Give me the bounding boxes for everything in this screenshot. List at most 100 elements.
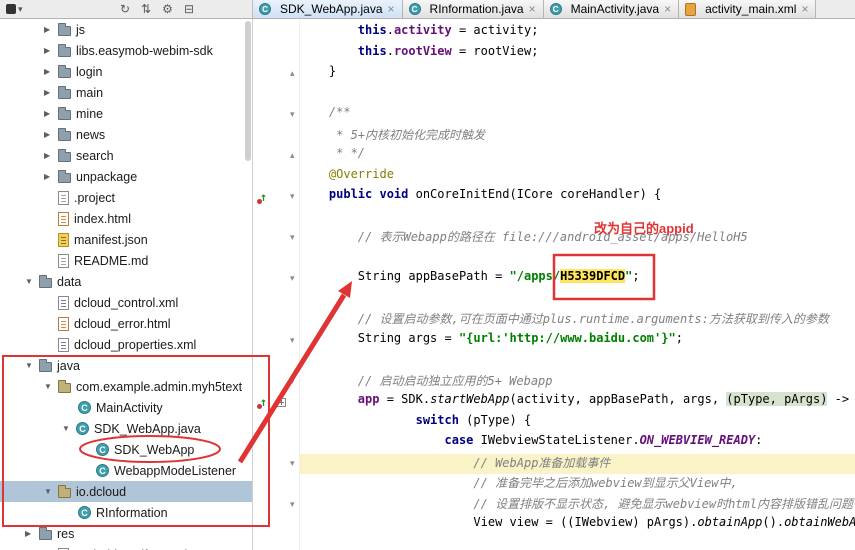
tree-item-label: news [76, 127, 106, 142]
code-line[interactable]: this.activity = activity; [300, 23, 855, 44]
code-line[interactable]: View view = ((IWebview) pArgs).obtainApp… [300, 515, 855, 536]
fold-expand-icon[interactable] [277, 398, 286, 407]
tree-item-main[interactable]: ▶ main [0, 82, 252, 103]
chevron-down-icon[interactable]: ▼ [44, 382, 58, 391]
chevron-down-icon[interactable]: ▼ [44, 487, 58, 496]
code-line[interactable] [300, 85, 855, 106]
chevron-down-icon[interactable]: ▼ [62, 424, 76, 433]
code-line[interactable]: public void onCoreInitEnd(ICore coreHand… [300, 187, 855, 208]
code-line[interactable]: case IWebviewStateListener.ON_WEBVIEW_RE… [300, 433, 855, 454]
code-line[interactable]: // 准备完毕之后添加webview到显示父View中, [300, 474, 855, 495]
fold-marker-down-icon[interactable]: ▾ [290, 110, 295, 119]
tree-item-rinformation[interactable]: C RInformation [0, 502, 252, 523]
chevron-down-icon[interactable]: ▼ [25, 361, 39, 370]
chevron-right-icon[interactable]: ▶ [44, 109, 58, 118]
editor-tab-activity-main-xml[interactable]: activity_main.xml × [679, 0, 817, 18]
code-line[interactable]: this.rootView = rootView; [300, 44, 855, 65]
tree-item-search[interactable]: ▶ search [0, 145, 252, 166]
chevron-right-icon[interactable]: ▶ [25, 529, 39, 538]
tree-item-unpackage[interactable]: ▶ unpackage [0, 166, 252, 187]
code-line[interactable]: switch (pType) { [300, 413, 855, 434]
code-line[interactable]: String appBasePath = "/apps/H5339DFCD"; [300, 269, 855, 290]
tree-item-manifest-json[interactable]: manifest.json [0, 229, 252, 250]
tree-item-io-dcloud[interactable]: ▼ io.dcloud [0, 481, 252, 502]
close-icon[interactable]: × [388, 3, 395, 15]
override-method-icon[interactable]: ↑ [257, 191, 270, 204]
tree-item-java[interactable]: ▼ java [0, 355, 252, 376]
code-area[interactable]: this.activity = activity; this.rootView … [300, 19, 855, 550]
code-editor[interactable]: ↑ ↑ ▴ ▾ ▴ ▾ ▾ ▾ ▾ ▾ ▾ ▾ this.activity = activity; t… [253, 19, 855, 550]
close-icon[interactable]: × [529, 3, 536, 15]
code-line[interactable] [300, 249, 855, 270]
fold-marker-down-icon[interactable]: ▾ [290, 192, 295, 201]
chevron-right-icon[interactable]: ▶ [44, 88, 58, 97]
tree-item-mine[interactable]: ▶ mine [0, 103, 252, 124]
fold-marker-up-icon[interactable]: ▴ [290, 151, 295, 160]
tree-item-androidmanifest-xml[interactable]: AndroidManifest.xml [0, 544, 252, 550]
tree-item-login[interactable]: ▶ login [0, 61, 252, 82]
code-line[interactable]: // 设置启动参数,可在页面中通过plus.runtime.arguments:… [300, 310, 855, 331]
code-line[interactable]: // 设置排版不显示状态, 避免显示webview时html内容排版错乱问题 [300, 495, 855, 516]
close-icon[interactable]: × [801, 3, 808, 15]
tree-item-dcloud-control-xml[interactable]: dcloud_control.xml [0, 292, 252, 313]
tree-item-libs-easymob-webim-sdk[interactable]: ▶ libs.easymob-webim-sdk [0, 40, 252, 61]
tree-item-webappmodelistener[interactable]: C WebappModeListener [0, 460, 252, 481]
tree-item-label: SDK_WebApp [114, 442, 195, 457]
tree-item-res[interactable]: ▶ res [0, 523, 252, 544]
code-line[interactable]: // 表示Webapp的路径在 file:///android_asset/ap… [300, 228, 855, 249]
settings-gear-icon[interactable]: ⚙ [162, 0, 173, 18]
code-line[interactable]: @Override [300, 167, 855, 188]
tree-item-js[interactable]: ▶ js [0, 19, 252, 40]
code-line[interactable] [300, 290, 855, 311]
project-view-selector[interactable]: ▾ [6, 4, 23, 15]
chevron-right-icon[interactable]: ▶ [44, 67, 58, 76]
code-line[interactable]: } [300, 64, 855, 85]
code-line[interactable]: * 5+内核初始化完成时触发 [300, 126, 855, 147]
tree-item-index-html[interactable]: index.html [0, 208, 252, 229]
fold-marker-down-icon[interactable]: ▾ [290, 458, 295, 468]
tree-item-sdk-webapp[interactable]: C SDK_WebApp [0, 439, 252, 460]
code-line[interactable]: // 启动启动独立应用的5+ Webapp [300, 372, 855, 393]
tree-item-label: js [76, 22, 86, 37]
code-line[interactable]: // WebApp准备加载事件 [300, 453, 855, 474]
tree-item-news[interactable]: ▶ news [0, 124, 252, 145]
chevron-right-icon[interactable]: ▶ [44, 25, 58, 34]
chevron-right-icon[interactable]: ▶ [44, 46, 58, 55]
editor-tab-mainactivity-java[interactable]: C MainActivity.java × [543, 0, 680, 18]
tree-item-mainactivity[interactable]: C MainActivity [0, 397, 252, 418]
close-icon[interactable]: × [664, 3, 671, 15]
tree-item-project[interactable]: .project [0, 187, 252, 208]
tree-item-data[interactable]: ▼ data [0, 271, 252, 292]
code-line[interactable]: * */ [300, 146, 855, 167]
tree-scrollbar[interactable] [244, 19, 252, 550]
code-line[interactable]: app = SDK.startWebApp(activity, appBaseP… [300, 392, 855, 413]
sort-icon[interactable]: ⇅ [141, 0, 151, 18]
tree-item-dcloud-error-html[interactable]: dcloud_error.html [0, 313, 252, 334]
fold-marker-down-icon[interactable]: ▾ [290, 233, 295, 242]
fold-marker-down-icon[interactable]: ▾ [290, 376, 295, 386]
tree-scrollbar-thumb[interactable] [245, 21, 251, 161]
collapse-all-icon[interactable]: ⊟ [184, 0, 194, 18]
code-line[interactable]: String args = "{url:'http://www.baidu.co… [300, 331, 855, 352]
code-line[interactable] [300, 208, 855, 229]
tree-item-sdk-webapp-java[interactable]: ▼ C SDK_WebApp.java [0, 418, 252, 439]
fold-marker-down-icon[interactable]: ▾ [290, 335, 295, 345]
tree-item-label: .project [74, 190, 115, 205]
chevron-right-icon[interactable]: ▶ [44, 151, 58, 160]
fold-marker-up-icon[interactable]: ▴ [290, 69, 295, 78]
tree-item-readme-md[interactable]: README.md [0, 250, 252, 271]
sync-icon[interactable]: ↻ [120, 0, 130, 18]
chevron-down-icon[interactable]: ▼ [25, 277, 39, 286]
fold-marker-down-icon[interactable]: ▾ [290, 274, 295, 283]
chevron-right-icon[interactable]: ▶ [44, 130, 58, 139]
editor-tab-rinformation-java[interactable]: C RInformation.java × [402, 0, 544, 18]
chevron-right-icon[interactable]: ▶ [44, 172, 58, 181]
editor-tab-sdk-webapp-java[interactable]: C SDK_WebApp.java × [253, 0, 403, 18]
code-line[interactable]: /** [300, 105, 855, 126]
code-line[interactable] [300, 351, 855, 372]
tree-item-dcloud-properties-xml[interactable]: dcloud_properties.xml [0, 334, 252, 355]
tree-item-com-example-admin-myh5text[interactable]: ▼ com.example.admin.myh5text [0, 376, 252, 397]
fold-marker-down-icon[interactable]: ▾ [290, 499, 295, 509]
override-method-icon[interactable]: ↑ [257, 396, 270, 409]
project-toolbar: ▾ ↻ ⇅ ⚙ ⊟ [0, 0, 253, 18]
